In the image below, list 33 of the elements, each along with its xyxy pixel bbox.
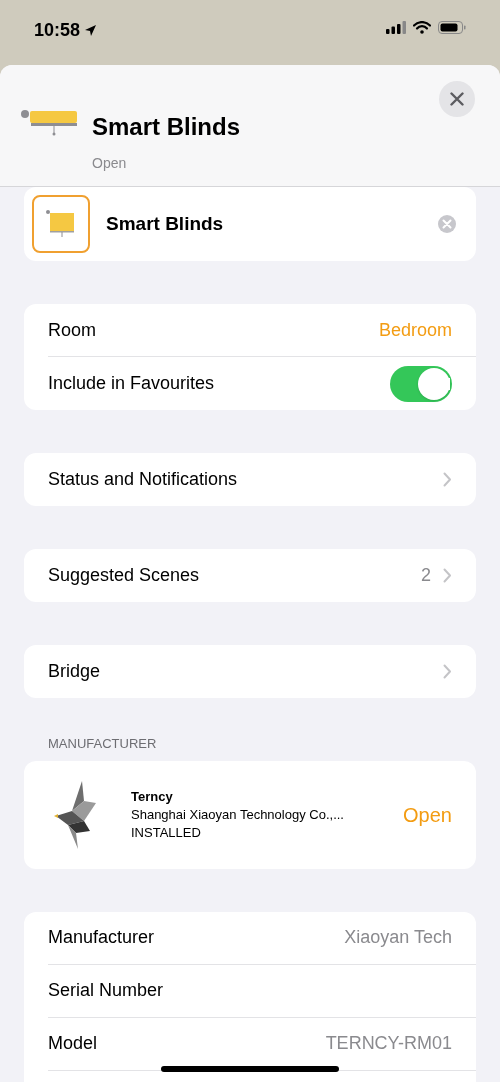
wifi-icon — [413, 21, 431, 34]
info-value: Xiaoyan Tech — [344, 926, 452, 949]
battery-icon — [438, 21, 466, 34]
icon-tile[interactable] — [32, 195, 90, 253]
row-label[interactable]: Status and Notifications — [48, 466, 238, 493]
row-label[interactable]: Suggested Scenes — [48, 562, 200, 589]
clock-time: 10:58 — [34, 19, 81, 42]
chevron-icon — [443, 568, 452, 583]
section-heading: MANUFACTURER — [48, 735, 158, 753]
row-label[interactable]: Bridge — [48, 658, 101, 685]
chevron-icon — [443, 472, 452, 487]
row-label: Room — [48, 318, 96, 342]
chevron-icon — [443, 664, 452, 679]
app-developer: Shanghai Xiaoyan Technology Co.,... — [131, 805, 345, 824]
row-label: Include in Favourites — [48, 372, 215, 395]
accessory-title: Smart Blinds — [92, 112, 241, 142]
bird-logo-icon — [54, 780, 96, 849]
row-value: Bedroom — [378, 318, 452, 342]
close-icon — [450, 92, 464, 106]
accessory-status: Open — [92, 154, 128, 173]
location-icon — [84, 24, 98, 37]
blinds-icon — [46, 210, 76, 238]
info-label: Model — [48, 1032, 98, 1055]
info-value: TERNCY-RM01 — [325, 1032, 452, 1055]
info-label: Serial Number — [48, 979, 164, 1002]
app-name: Terncy — [131, 787, 174, 806]
close-button[interactable] — [439, 81, 475, 117]
row-count: 2 — [421, 564, 431, 587]
app-status: INSTALLED — [131, 823, 202, 842]
clear-icon — [438, 215, 456, 233]
favourites-switch[interactable] — [390, 365, 452, 402]
info-label: Manufacturer — [48, 926, 155, 949]
signal-icon — [386, 21, 406, 34]
